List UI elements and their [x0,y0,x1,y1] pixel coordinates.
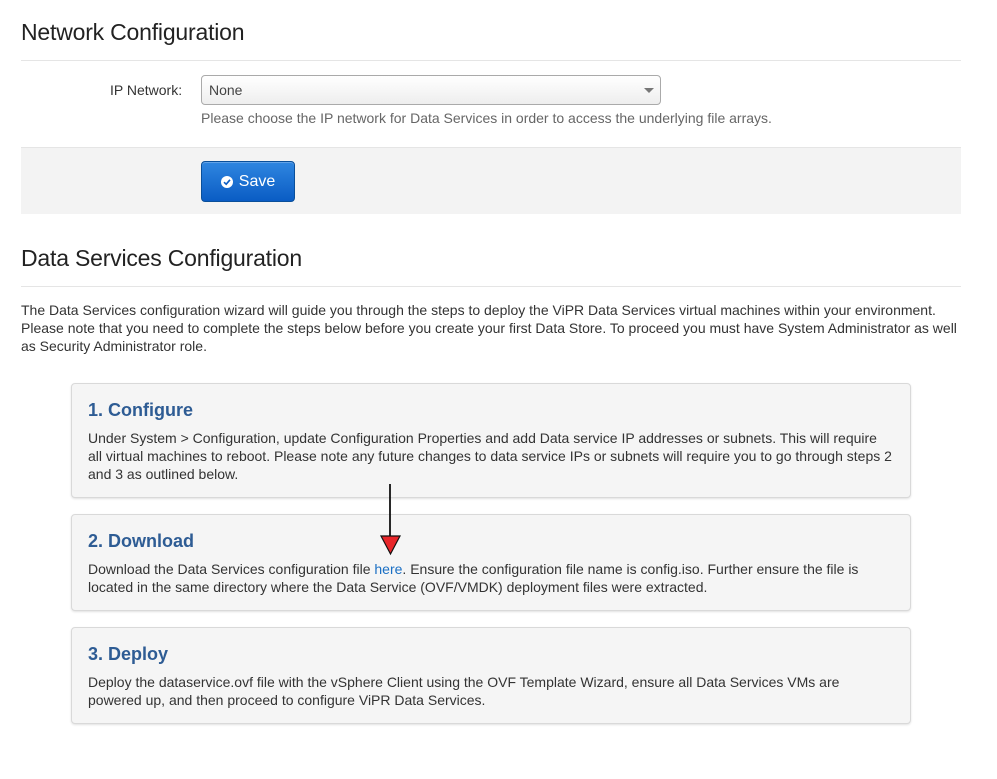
chevron-down-icon [644,88,654,93]
step-configure: 1. Configure Under System > Configuratio… [71,383,911,498]
ip-network-help-text: Please choose the IP network for Data Se… [201,110,772,126]
ip-network-select[interactable]: None [201,75,661,105]
ip-network-selected-value: None [209,82,243,98]
save-button[interactable]: Save [201,161,295,202]
step-body: Download the Data Services configuration… [88,560,894,596]
divider [21,286,961,287]
save-button-label: Save [238,172,276,190]
divider [21,60,961,61]
step-body: Deploy the dataservice.ovf file with the… [88,674,840,708]
step-body: Under System > Configuration, update Con… [88,430,892,482]
step-download: 2. Download Download the Data Services c… [71,514,911,611]
download-config-link[interactable]: here [374,561,402,577]
network-config-title: Network Configuration [21,19,245,45]
form-actions: Save [21,147,961,214]
ip-network-label: IP Network: [110,82,183,98]
step-deploy: 3. Deploy Deploy the dataservice.ovf fil… [71,627,911,724]
data-services-intro: The Data Services configuration wizard w… [21,302,957,354]
step-title: 3. Deploy [88,644,169,664]
check-circle-icon [220,175,233,188]
step-body-text: Download the Data Services configuration… [88,561,375,577]
step-title: 1. Configure [88,400,194,420]
arrow-down-icon [380,484,401,556]
data-services-config-title: Data Services Configuration [21,245,302,271]
step-title: 2. Download [88,531,195,551]
